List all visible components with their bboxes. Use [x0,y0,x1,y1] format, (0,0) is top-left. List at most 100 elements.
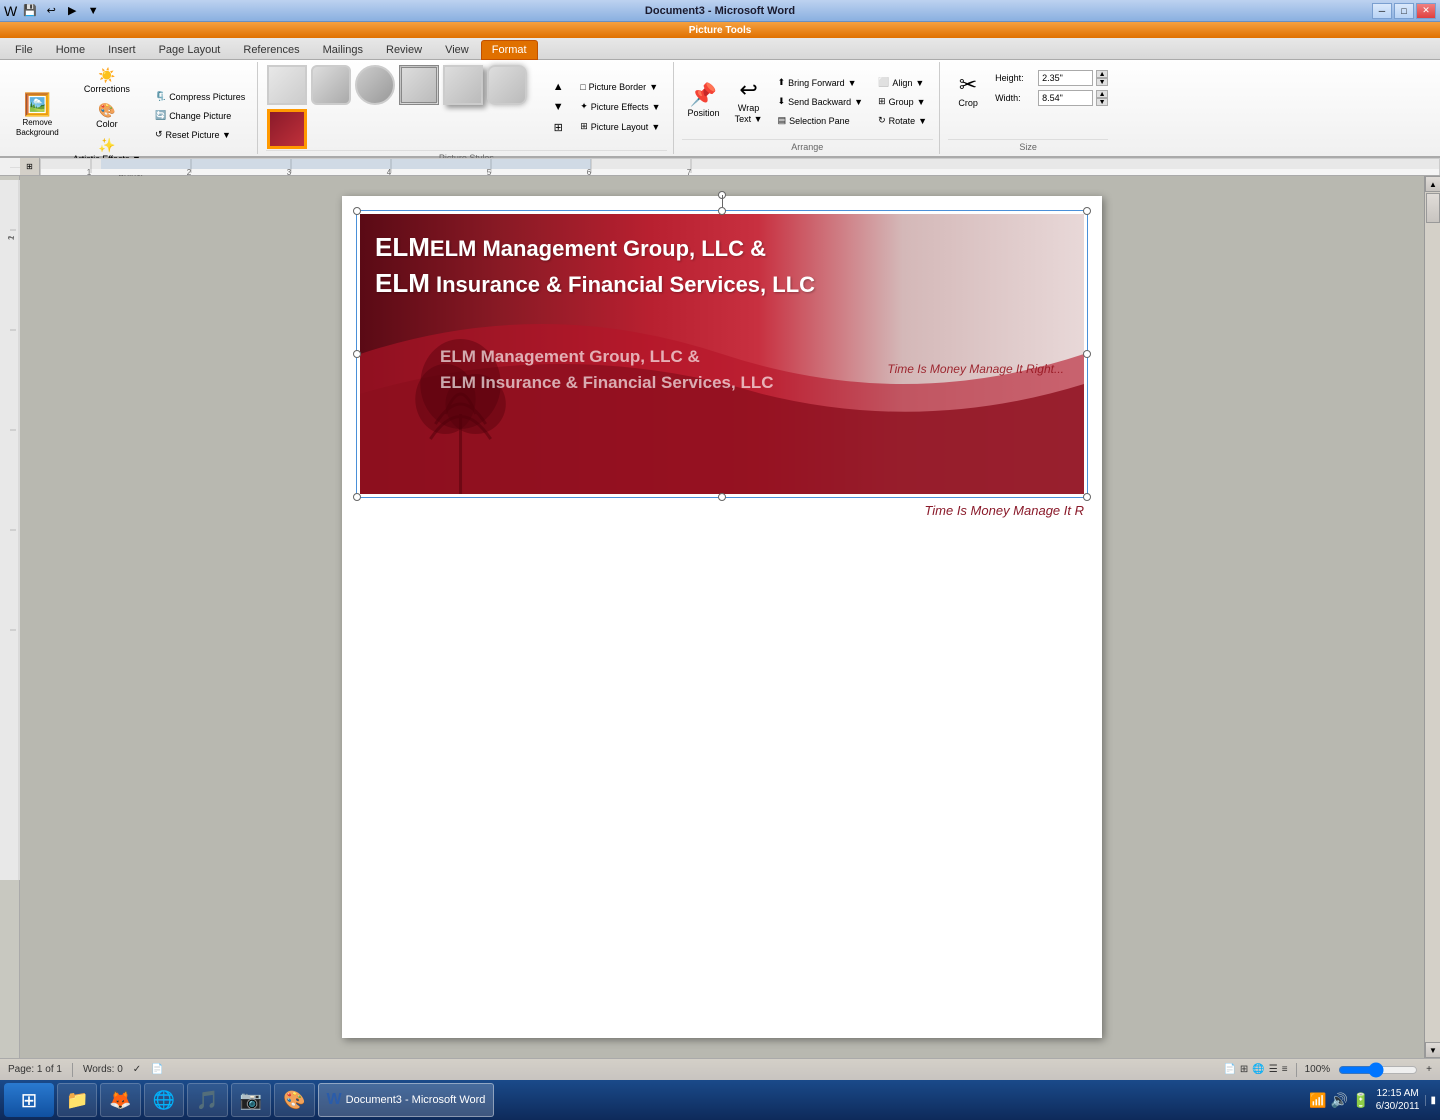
close-button[interactable]: ✕ [1416,3,1436,19]
position-button[interactable]: 📌 Position [682,80,726,123]
rotate-button[interactable]: ↻ Rotate ▼ [872,112,933,129]
style-gallery [266,64,546,150]
compress-pictures-button[interactable]: 🗜️ Compress Pictures [149,88,251,105]
handle-br[interactable] [1083,493,1091,501]
zoom-slider[interactable] [1338,1062,1418,1078]
crop-button[interactable]: ✂ Crop [948,70,988,113]
scroll-down-button[interactable]: ▼ [1425,1042,1440,1058]
height-spin-up[interactable]: ▲ [1096,70,1108,78]
height-label: Height: [995,73,1035,83]
tab-references[interactable]: References [232,40,310,59]
taskbar-chrome[interactable]: 🌐 [144,1083,184,1117]
gallery-more[interactable]: ⊞ [549,118,567,136]
gallery-up[interactable]: ▲ [549,78,567,96]
change-label: Change Picture [169,111,231,121]
network-icon: 📶 [1309,1092,1326,1109]
align-label: Align [892,78,912,88]
qa-save[interactable]: 💾 [21,2,39,20]
bring-forward-button[interactable]: ⬆ Bring Forward ▼ [772,74,870,91]
style-thumb-3[interactable] [355,65,395,105]
start-button[interactable]: ⊞ [4,1083,54,1117]
style-thumb-5[interactable] [443,65,483,105]
group-button[interactable]: ⊞ Group ▼ [872,93,933,110]
tab-home[interactable]: Home [45,40,96,59]
taskbar-photoshop[interactable]: 🎨 [274,1083,314,1117]
rotation-handle[interactable] [718,191,726,199]
handle-tr[interactable] [1083,207,1091,215]
taskbar-itunes[interactable]: 🎵 [187,1083,227,1117]
picture-effects-button[interactable]: ✦ Picture Effects ▼ [574,98,666,115]
view-fullscreen-icon[interactable]: ⊞ [1240,1064,1248,1075]
picture-border-button[interactable]: □ Picture Border ▼ [574,79,666,95]
corrections-button[interactable]: ☀️ Corrections [68,64,146,97]
view-print-icon[interactable]: 📄 [1223,1064,1235,1075]
width-spinner[interactable]: ▲ ▼ [1096,90,1108,106]
size-row: ✂ Crop Height: ▲ ▼ Width: ▲ [948,64,1108,139]
color-icon: 🎨 [98,102,115,119]
selection-pane-button[interactable]: ▤ Selection Pane [772,112,870,129]
handle-bc[interactable] [718,493,726,501]
spelling-icon[interactable]: ✓ [133,1064,141,1075]
scroll-thumb[interactable] [1426,193,1440,223]
zoom-in-icon[interactable]: + [1426,1064,1432,1075]
view-outline-icon[interactable]: ☰ [1269,1064,1278,1075]
style-thumb-2[interactable] [311,65,351,105]
width-spin-down[interactable]: ▼ [1096,98,1108,106]
height-spin-down[interactable]: ▼ [1096,78,1108,86]
title-bar: W 💾 ↩ ▶ ▼ Document3 - Microsoft Word ─ □… [0,0,1440,22]
style-thumb-7[interactable] [267,109,307,149]
tab-page-layout[interactable]: Page Layout [148,40,232,59]
taskbar-explorer[interactable]: 📁 [57,1083,97,1117]
header-image-container[interactable]: ELMELM Management Group, LLC & ELM Insur… [360,214,1084,494]
tab-mailings[interactable]: Mailings [312,40,374,59]
tab-file[interactable]: File [4,40,44,59]
width-input[interactable] [1038,90,1093,106]
qa-undo[interactable]: ↩ [42,2,60,20]
word-icon: W [4,3,17,19]
tab-view[interactable]: View [434,40,480,59]
handle-mr[interactable] [1083,350,1091,358]
minimize-button[interactable]: ─ [1372,3,1392,19]
scroll-up-button[interactable]: ▲ [1425,176,1440,192]
style-thumb-6[interactable] [487,65,527,105]
color-button[interactable]: 🎨 Color [68,99,146,132]
height-input[interactable] [1038,70,1093,86]
taskbar-word[interactable]: W Document3 - Microsoft Word [318,1083,495,1117]
maximize-button[interactable]: □ [1394,3,1414,19]
tab-insert[interactable]: Insert [97,40,147,59]
vertical-ruler: 1 2 [0,180,20,880]
reset-picture-button[interactable]: ↺ Reset Picture ▼ [149,126,251,143]
position-icon: 📌 [690,84,717,106]
taskbar-firefox[interactable]: 🦊 [100,1083,140,1117]
reset-label: Reset Picture ▼ [166,130,231,140]
handle-bl[interactable] [353,493,361,501]
remove-background-button[interactable]: 🖼️ RemoveBackground [10,90,65,141]
send-backward-button[interactable]: ⬇ Send Backward ▼ [772,93,870,110]
width-spin-up[interactable]: ▲ [1096,90,1108,98]
tab-review[interactable]: Review [375,40,433,59]
status-bar: Page: 1 of 1 Words: 0 ✓ 📄 📄 ⊞ 🌐 ☰ ≡ 100%… [0,1058,1440,1080]
tab-format[interactable]: Format [481,40,538,60]
qa-redo[interactable]: ▶ [63,2,81,20]
height-spinner[interactable]: ▲ ▼ [1096,70,1108,86]
view-web-icon[interactable]: 🌐 [1252,1064,1264,1075]
change-picture-button[interactable]: 🔄 Change Picture [149,107,251,124]
remove-background-icon: 🖼️ [24,94,51,116]
ghost-line2: Insurance & Financial Services, LLC [476,373,774,392]
style-thumb-1[interactable] [267,65,307,105]
arrange-col2: ⬜ Align ▼ ⊞ Group ▼ ↻ Rotate ▼ [872,74,933,129]
status-divider-2 [1296,1063,1297,1077]
align-button[interactable]: ⬜ Align ▼ [872,74,933,91]
gallery-down[interactable]: ▼ [549,98,567,116]
group-label: Group [889,97,914,107]
taskbar-lightroom[interactable]: 📷 [231,1083,271,1117]
scroll-track[interactable] [1425,192,1440,1042]
qa-dropdown[interactable]: ▼ [84,2,102,20]
track-changes-icon[interactable]: 📄 [151,1064,163,1075]
style-thumb-4[interactable] [399,65,439,105]
taskbar-right: 📶 🔊 🔋 12:15 AM 6/30/2011 ▮ [1309,1087,1436,1113]
view-draft-icon[interactable]: ≡ [1282,1064,1288,1075]
show-desktop-icon[interactable]: ▮ [1425,1095,1436,1106]
wrap-text-button[interactable]: ↩ WrapText ▼ [729,75,769,129]
picture-layout-button[interactable]: ⊞ Picture Layout ▼ [574,118,666,135]
